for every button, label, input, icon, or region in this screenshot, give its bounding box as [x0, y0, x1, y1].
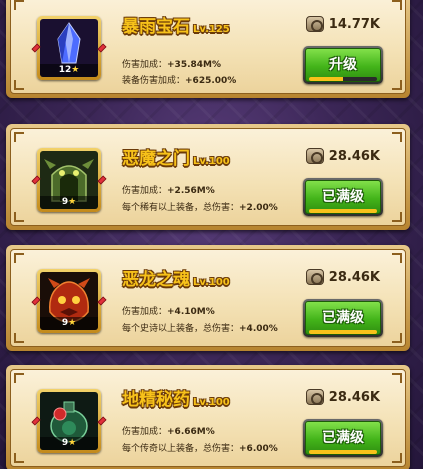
dragon-soul-icon: 9★ — [40, 272, 98, 330]
stat-equipment-bonus: 每个传奇以上装备，总伤害：+6.00% — [122, 444, 278, 454]
stat-damage-bonus: 伤害加成：+2.56M% — [122, 186, 215, 196]
artifact-title: 恶龙之魂 Lv.100 — [122, 270, 230, 290]
stat-equipment-bonus: 装备伤害加成：+625.00% — [122, 76, 237, 86]
progress-bar — [309, 330, 377, 334]
progress-bar — [309, 209, 377, 213]
stat-damage-bonus: 伤害加成：+6.66M% — [122, 427, 215, 437]
artifact-title: 暴雨宝石 Lv.125 — [122, 17, 230, 37]
upgrade-cost: 14.77K — [305, 16, 380, 32]
stat-damage-bonus: 伤害加成：+4.10M% — [122, 307, 215, 317]
stat-equipment-bonus: 每个稀有以上装备，总伤害：+2.00% — [122, 203, 278, 213]
upgrade-cost: 28.46K — [305, 389, 380, 405]
stat-damage-bonus: 伤害加成：+35.84M% — [122, 60, 221, 70]
blue-crystal-icon: 12★ — [40, 19, 98, 77]
stone-coin-icon — [305, 269, 324, 285]
upgrade-cost: 28.46K — [305, 269, 380, 285]
progress-bar — [309, 450, 377, 454]
artifact-icon-frame[interactable]: 9★ — [31, 148, 107, 212]
artifact-icon-frame[interactable]: 12★ — [31, 16, 107, 80]
stone-coin-icon — [305, 389, 324, 405]
demon-gate-icon: 9★ — [40, 151, 98, 209]
goblin-potion-icon: 9★ — [40, 392, 98, 450]
artifact-icon-frame[interactable]: 9★ — [31, 389, 107, 453]
artifact-card: 9★ 恶魔之门 Lv.100 伤害加成：+2.56M% 每个稀有以上装备，总伤害：… — [6, 124, 410, 230]
upgrade-cost: 28.46K — [305, 148, 380, 164]
progress-bar — [309, 77, 377, 81]
stone-coin-icon — [305, 16, 324, 32]
max-level-button[interactable]: 已满级 — [303, 419, 383, 457]
max-level-button[interactable]: 已满级 — [303, 178, 383, 216]
stat-equipment-bonus: 每个史诗以上装备，总伤害：+4.00% — [122, 324, 278, 334]
artifact-card: 9★ 地精秘药 Lv.100 伤害加成：+6.66M% 每个传奇以上装备，总伤害：… — [6, 365, 410, 469]
artifact-title: 恶魔之门 Lv.100 — [122, 149, 230, 169]
upgrade-button[interactable]: 升级 — [303, 46, 383, 84]
artifact-card: 9★ 恶龙之魂 Lv.100 伤害加成：+4.10M% 每个史诗以上装备，总伤害：… — [6, 245, 410, 351]
artifact-icon-frame[interactable]: 9★ — [31, 269, 107, 333]
artifact-title: 地精秘药 Lv.100 — [122, 390, 230, 410]
artifact-card: 12★ 暴雨宝石 Lv.125 伤害加成：+35.84M% 装备伤害加成：+625… — [6, 0, 410, 98]
max-level-button[interactable]: 已满级 — [303, 299, 383, 337]
stone-coin-icon — [305, 148, 324, 164]
